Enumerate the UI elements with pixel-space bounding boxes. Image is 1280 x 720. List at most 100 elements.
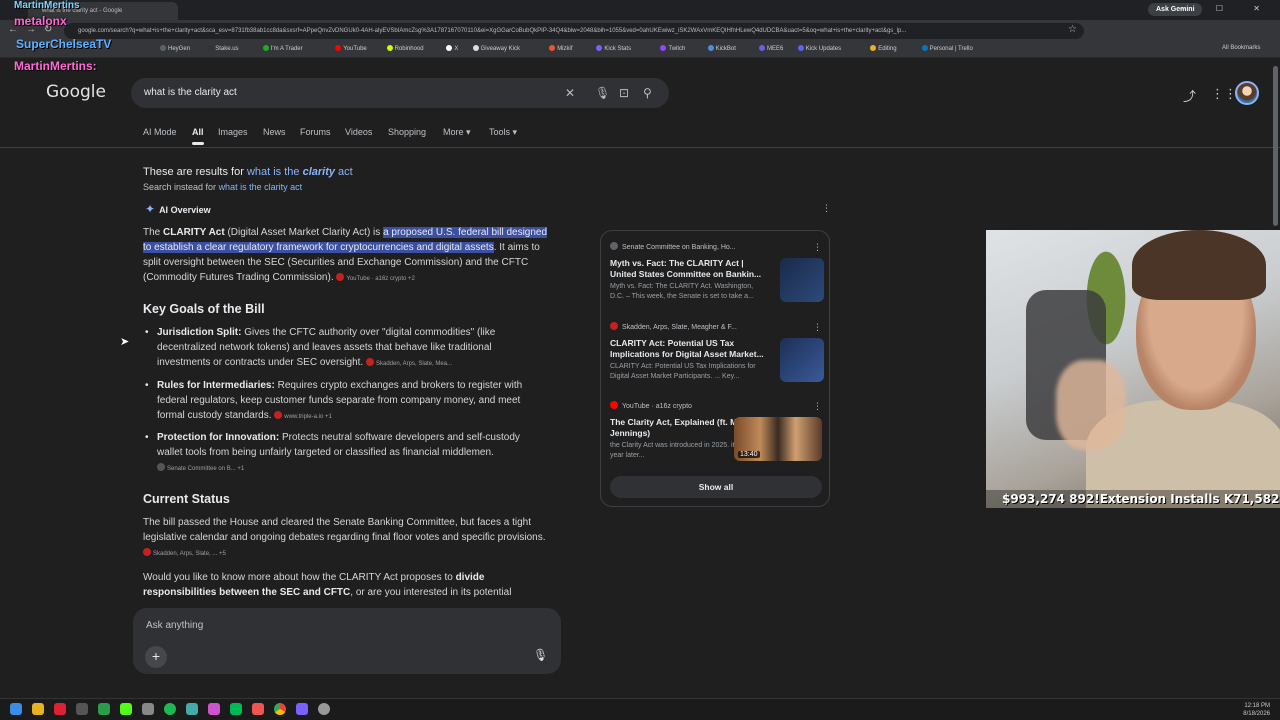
bookmark-favicon-icon <box>386 45 393 51</box>
goal-item: Protection for Innovation: Protects neut… <box>145 430 547 477</box>
sparkle-icon: ✦ <box>145 202 156 216</box>
source-snippet: Myth vs. Fact: The CLARITY Act. Washingt… <box>610 283 754 300</box>
system-tray[interactable]: 12:18 PM 8/18/2026 <box>1243 702 1270 718</box>
app-icon[interactable] <box>252 703 264 715</box>
video-duration: 13:40 <box>738 451 760 458</box>
tab-shopping[interactable]: Shopping <box>388 127 426 137</box>
browser-tabstrip: what is the clarity act - Google Ask Gem… <box>0 0 1280 20</box>
source-favicon <box>610 242 618 250</box>
goal-citation[interactable]: Senate Committee on B... +1 <box>157 462 244 477</box>
source-card[interactable]: Senate Committee on Banking, Ho... Myth … <box>610 242 824 312</box>
app-icon[interactable] <box>208 703 220 715</box>
bookmark-item[interactable]: Robinhood <box>386 45 424 52</box>
bookmark-item[interactable]: MEE6 <box>759 45 783 52</box>
app-icon[interactable] <box>230 703 242 715</box>
tab-forums[interactable]: Forums <box>300 127 331 137</box>
window-controls[interactable]: — ☐ ✕ <box>1178 4 1274 13</box>
bookmark-item[interactable]: Kick Stats <box>596 45 631 52</box>
bookmark-item[interactable]: Kick Updates <box>797 45 841 52</box>
goal-citation[interactable]: www.triple-a.io +1 <box>274 410 332 425</box>
source-title: Myth vs. Fact: The CLARITY Act | United … <box>610 258 762 279</box>
all-bookmarks[interactable]: All Bookmarks <box>1222 45 1260 51</box>
tab-all[interactable]: All <box>192 127 204 145</box>
mic-icon[interactable]: 🎙 <box>533 648 548 662</box>
windows-taskbar: 12:18 PM 8/18/2026 <box>0 698 1280 720</box>
app-icon[interactable] <box>296 703 308 715</box>
intro-cite-text: YouTube · a16z crypto +2 <box>346 276 415 282</box>
search-box[interactable]: what is the clarity act ✕ 🎙 ⊡ ⚲ <box>131 78 669 108</box>
google-logo[interactable]: Google <box>46 82 106 102</box>
tab-news[interactable]: News <box>263 127 286 137</box>
mic-icon[interactable]: 🎙 <box>595 86 610 100</box>
intro-citation[interactable]: YouTube · a16z crypto +2 <box>336 272 415 287</box>
add-button[interactable]: + <box>145 646 167 668</box>
app-icon[interactable] <box>76 703 88 715</box>
source-menu-icon[interactable]: ⋮ <box>813 322 822 333</box>
tab-images[interactable]: Images <box>218 127 248 137</box>
clear-icon[interactable]: ✕ <box>565 86 575 100</box>
sources-panel: Senate Committee on Banking, Ho... Myth … <box>600 230 830 507</box>
overlay-name-top: MartinMertins <box>14 0 80 11</box>
status-text: The bill passed the House and cleared th… <box>143 517 546 543</box>
source-menu-icon[interactable]: ⋮ <box>813 401 822 412</box>
apps-grid-icon[interactable]: ⋮⋮ <box>1211 86 1237 102</box>
spotify-icon[interactable] <box>164 703 176 715</box>
bookmark-item[interactable]: KickBot <box>707 45 736 52</box>
goal-citation[interactable]: Skadden, Arps, Slate, Mea... <box>365 357 452 372</box>
windows-start-icon[interactable] <box>10 703 22 715</box>
bookmark-label: Robinhood <box>394 46 424 52</box>
source-menu-icon[interactable]: ⋮ <box>813 242 822 253</box>
star-icon[interactable]: ☆ <box>1068 24 1077 35</box>
source-card[interactable]: Skadden, Arps, Slate, Meagher & F... CLA… <box>610 322 824 392</box>
app-icon[interactable] <box>318 703 330 715</box>
goals-heading: Key Goals of the Bill <box>143 302 265 316</box>
bookmark-item[interactable]: HeyGen <box>160 45 190 52</box>
url-bar[interactable]: google.com/search?q=what+is+the+clarity+… <box>64 23 1084 39</box>
file-explorer-icon[interactable] <box>32 703 44 715</box>
bookmark-label: Personal | Trello <box>929 46 973 52</box>
app-icon[interactable] <box>54 703 66 715</box>
search-query[interactable]: what is the clarity act <box>144 87 237 98</box>
share-icon[interactable]: ⤴ <box>1183 86 1196 105</box>
corrected-pre: what is the <box>246 166 303 178</box>
bookmarks-bar: HeyGen Stake.us I'm A Trader YouTube Robinho… <box>0 42 1280 58</box>
tab-tools[interactable]: Tools ▾ <box>489 127 517 138</box>
ask-placeholder[interactable]: Ask anything <box>146 620 203 631</box>
chrome-icon[interactable] <box>274 703 286 715</box>
youtube-icon <box>610 401 618 409</box>
status-citation[interactable]: Skadden, Arps, Slate, ... +5 <box>143 547 226 562</box>
tab-ai-mode[interactable]: AI Mode <box>143 127 177 137</box>
tab-more[interactable]: More ▾ <box>443 127 471 138</box>
corrected-link[interactable]: what is the clarity act <box>247 166 353 178</box>
bookmark-item[interactable]: Stake.us <box>207 45 239 52</box>
source-site: Skadden, Arps, Slate, Meagher & F... <box>610 322 737 331</box>
ask-anything-box[interactable]: Ask anything + 🎙 <box>133 608 561 674</box>
bookmark-item[interactable]: Mizkif <box>549 45 573 52</box>
bookmark-favicon-icon <box>472 45 479 51</box>
show-all-button[interactable]: Show all <box>610 476 822 498</box>
account-avatar[interactable] <box>1235 81 1259 105</box>
bookmark-item[interactable]: X <box>446 45 458 52</box>
bookmark-item[interactable]: Twitch <box>660 45 685 52</box>
app-icon[interactable] <box>186 703 198 715</box>
page-scrollbar[interactable] <box>1273 66 1278 226</box>
url-text: google.com/search?q=what+is+the+clarity+… <box>78 28 907 34</box>
app-icon[interactable] <box>98 703 110 715</box>
source-card[interactable]: YouTube · a16z crypto The Clarity Act, E… <box>610 401 822 471</box>
source-thumbnail <box>780 258 824 302</box>
settings-icon[interactable] <box>142 703 154 715</box>
search-instead: Search instead for what is the clarity a… <box>143 182 302 192</box>
tab-videos[interactable]: Videos <box>345 127 372 137</box>
goal-item: Rules for Intermediaries: Requires crypt… <box>145 378 547 425</box>
ai-overview-menu-icon[interactable]: ⋮ <box>822 203 831 214</box>
kick-icon[interactable] <box>120 703 132 715</box>
bookmark-item[interactable]: Editing <box>870 45 897 52</box>
bookmark-item[interactable]: Personal | Trello <box>921 45 973 52</box>
intro-bold: CLARITY Act <box>163 227 225 238</box>
lens-icon[interactable]: ⊡ <box>619 86 629 100</box>
bookmark-item[interactable]: I'm A Trader <box>262 45 303 52</box>
search-icon[interactable]: ⚲ <box>643 86 652 100</box>
search-instead-link[interactable]: what is the clarity act <box>219 182 303 192</box>
bookmark-item[interactable]: Giveaway Kick <box>472 45 520 52</box>
bookmark-item[interactable]: YouTube <box>335 45 367 52</box>
